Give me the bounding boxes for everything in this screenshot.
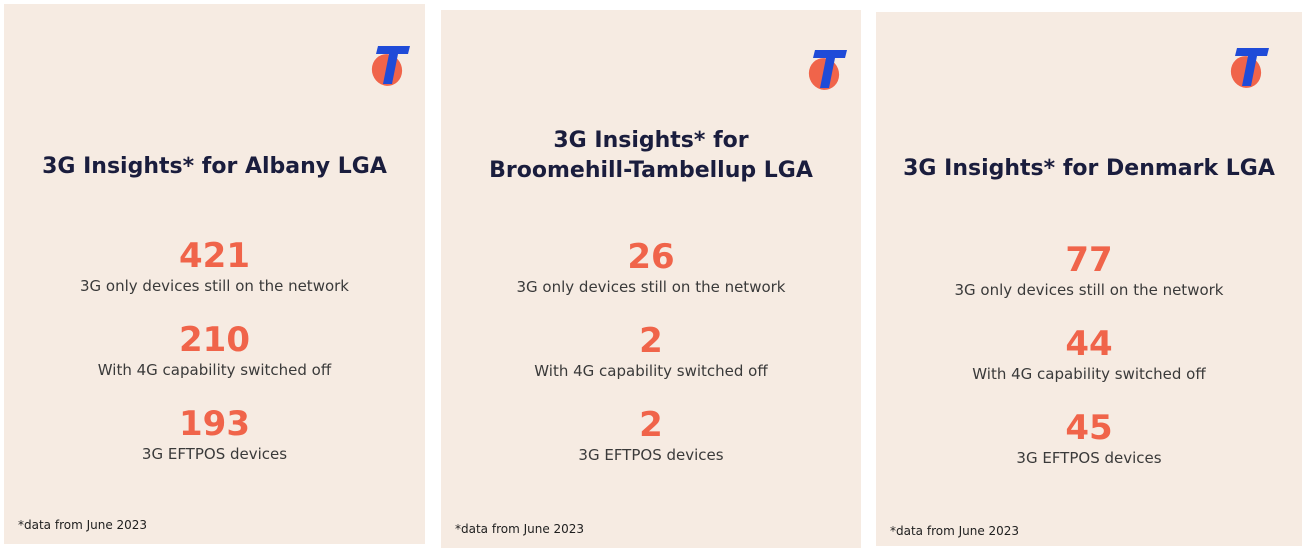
stat-item: 2 3G EFTPOS devices	[441, 405, 861, 489]
footnote: *data from June 2023	[18, 518, 148, 532]
card-title: 3G Insights* for Albany LGA	[4, 152, 425, 182]
telstra-logo-icon	[371, 46, 410, 86]
stats-list: 77 3G only devices still on the network …	[876, 240, 1302, 492]
infographic-row: 3G Insights* for Albany LGA 421 3G only …	[0, 0, 1302, 548]
stat-item: 210 With 4G capability switched off	[4, 320, 425, 404]
stats-list: 26 3G only devices still on the network …	[441, 237, 861, 489]
stat-label: 3G EFTPOS devices	[1016, 449, 1162, 467]
stat-label: 3G only devices still on the network	[954, 281, 1224, 299]
stat-label: 3G only devices still on the network	[516, 278, 786, 296]
footnote: *data from June 2023	[890, 524, 1020, 538]
stat-value: 193	[179, 404, 250, 444]
stat-label: 3G EFTPOS devices	[141, 445, 288, 463]
stat-label: With 4G capability switched off	[534, 362, 768, 380]
insight-card-albany: 3G Insights* for Albany LGA 421 3G only …	[4, 4, 425, 544]
footnote: *data from June 2023	[455, 522, 585, 536]
stat-label: With 4G capability switched off	[972, 365, 1206, 383]
stat-value: 26	[627, 237, 675, 277]
stat-value: 210	[179, 320, 250, 360]
telstra-logo-icon	[1230, 48, 1269, 88]
card-title: 3G Insights* for Denmark LGA	[876, 154, 1302, 184]
stat-value: 2	[639, 405, 663, 445]
stats-list: 421 3G only devices still on the network…	[4, 236, 425, 488]
card-title-line2: Broomehill-Tambellup LGA	[489, 158, 813, 183]
stat-item: 2 With 4G capability switched off	[441, 321, 861, 405]
stat-item: 44 With 4G capability switched off	[876, 324, 1302, 408]
stat-item: 193 3G EFTPOS devices	[4, 404, 425, 488]
card-title: 3G Insights* for Broomehill-Tambellup LG…	[441, 126, 861, 186]
stat-label: 3G EFTPOS devices	[578, 446, 724, 464]
stat-item: 26 3G only devices still on the network	[441, 237, 861, 321]
stat-label: 3G only devices still on the network	[79, 277, 349, 295]
stat-item: 421 3G only devices still on the network	[4, 236, 425, 320]
card-title-line1: 3G Insights* for	[553, 128, 749, 153]
stat-value: 2	[639, 321, 663, 361]
insight-card-denmark: 3G Insights* for Denmark LGA 77 3G only …	[876, 12, 1302, 546]
card-title-line1: 3G Insights* for Albany LGA	[42, 154, 387, 179]
stat-value: 77	[1065, 240, 1113, 280]
stat-label: With 4G capability switched off	[97, 361, 332, 379]
stat-value: 44	[1065, 324, 1113, 364]
insight-card-broomehill-tambellup: 3G Insights* for Broomehill-Tambellup LG…	[441, 10, 861, 548]
card-title-line1: 3G Insights* for Denmark LGA	[903, 156, 1275, 181]
stat-value: 421	[179, 236, 250, 276]
stat-value: 45	[1065, 408, 1113, 448]
stat-item: 77 3G only devices still on the network	[876, 240, 1302, 324]
telstra-logo-icon	[808, 50, 847, 90]
stat-item: 45 3G EFTPOS devices	[876, 408, 1302, 492]
